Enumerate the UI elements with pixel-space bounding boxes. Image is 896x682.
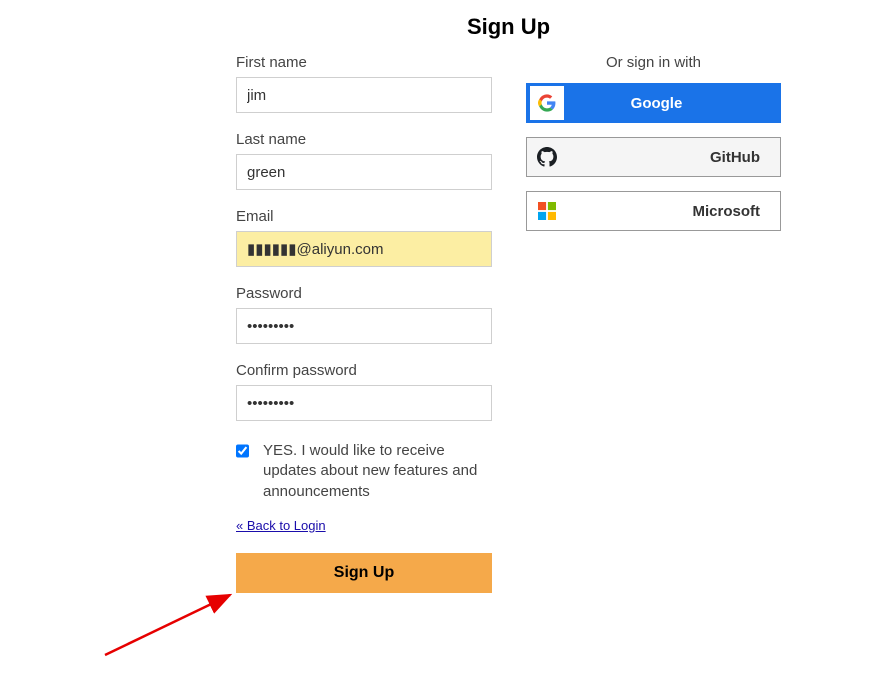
- microsoft-signin-button[interactable]: Microsoft: [526, 191, 781, 231]
- github-label: GitHub: [567, 149, 780, 166]
- github-icon: [530, 140, 564, 174]
- annotation-arrow-icon: [100, 585, 250, 660]
- last-name-label: Last name: [236, 131, 492, 148]
- confirm-password-label: Confirm password: [236, 362, 492, 379]
- signup-button[interactable]: Sign Up: [236, 553, 492, 593]
- sso-panel: Or sign in with Google: [526, 54, 781, 245]
- github-signin-button[interactable]: GitHub: [526, 137, 781, 177]
- microsoft-icon: [530, 194, 564, 228]
- back-to-login-link[interactable]: « Back to Login: [236, 518, 326, 533]
- last-name-input[interactable]: [236, 154, 492, 190]
- password-label: Password: [236, 285, 492, 302]
- email-input[interactable]: [236, 231, 492, 267]
- confirm-password-input[interactable]: [236, 385, 492, 421]
- email-label: Email: [236, 208, 492, 225]
- microsoft-label: Microsoft: [567, 203, 780, 220]
- first-name-label: First name: [236, 54, 492, 71]
- newsletter-checkbox[interactable]: [236, 444, 249, 458]
- newsletter-text: YES. I would like to receive updates abo…: [263, 441, 492, 502]
- google-signin-button[interactable]: Google: [526, 83, 781, 123]
- sso-title: Or sign in with: [526, 54, 781, 71]
- first-name-input[interactable]: [236, 77, 492, 113]
- page-title: Sign Up: [236, 14, 781, 40]
- google-icon: [530, 86, 564, 120]
- signup-form: First name Last name Email Password Conf…: [236, 54, 492, 593]
- password-input[interactable]: [236, 308, 492, 344]
- google-label: Google: [567, 95, 780, 112]
